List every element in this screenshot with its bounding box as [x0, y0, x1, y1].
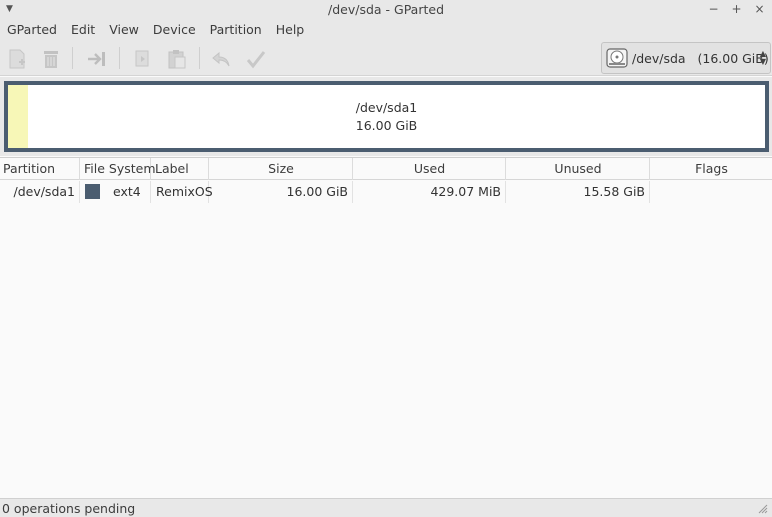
menu-help[interactable]: Help — [269, 22, 312, 37]
delete-partition-button[interactable] — [38, 46, 64, 72]
menu-bar: GParted Edit View Device Partition Help — [0, 18, 772, 40]
device-selector-label: /dev/sda (16.00 GiB) — [632, 51, 769, 66]
status-text: 0 operations pending — [2, 500, 136, 516]
maximize-icon[interactable]: + — [730, 2, 743, 16]
device-size: (16.00 GiB) — [697, 50, 769, 66]
column-header-size[interactable]: Size — [210, 158, 353, 180]
paste-icon — [168, 50, 186, 69]
device-name: /dev/sda — [632, 50, 686, 66]
column-header-partition[interactable]: Partition — [0, 158, 80, 180]
window-menu-icon[interactable]: ▼ — [6, 4, 16, 14]
cell-filesystem: ext4 — [81, 181, 151, 203]
toolbar-separator — [199, 47, 200, 69]
menu-edit[interactable]: Edit — [64, 22, 102, 37]
window-controls: − + × — [707, 0, 766, 18]
close-icon[interactable]: × — [753, 2, 766, 16]
device-selector[interactable]: /dev/sda (16.00 GiB) ▲ ▼ — [601, 42, 771, 74]
table-header: Partition File System Label Size Used Un… — [0, 158, 772, 180]
partition-block-info: /dev/sda1 16.00 GiB — [8, 99, 765, 135]
paste-button[interactable] — [164, 46, 190, 72]
partition-table: Partition File System Label Size Used Un… — [0, 157, 772, 498]
title-bar: ▼ /dev/sda - GParted − + × — [0, 0, 772, 18]
cell-partition: /dev/sda1 — [0, 181, 80, 203]
cell-unused: 15.58 GiB — [507, 181, 650, 203]
cell-flags — [651, 181, 772, 203]
window-title: /dev/sda - GParted — [328, 1, 444, 17]
resize-move-icon — [88, 52, 105, 66]
menu-partition[interactable]: Partition — [203, 22, 269, 37]
delete-icon — [44, 51, 58, 68]
partition-block-name: /dev/sda1 — [355, 100, 418, 115]
new-icon — [9, 49, 25, 69]
undo-button[interactable] — [208, 46, 234, 72]
hard-disk-icon — [606, 48, 628, 68]
copy-button[interactable] — [130, 46, 156, 72]
menu-device[interactable]: Device — [146, 22, 203, 37]
status-bar: 0 operations pending — [0, 498, 772, 517]
apply-button[interactable] — [243, 46, 269, 72]
resize-grip-icon[interactable] — [758, 504, 768, 514]
disk-graphic-area: /dev/sda1 16.00 GiB — [0, 77, 772, 156]
filesystem-color-swatch — [85, 184, 100, 199]
column-header-used[interactable]: Used — [354, 158, 506, 180]
column-header-flags[interactable]: Flags — [651, 158, 772, 180]
copy-icon — [135, 50, 149, 67]
cell-filesystem-text: ext4 — [113, 184, 141, 199]
cell-label: RemixOS — [152, 181, 213, 203]
undo-icon — [212, 51, 230, 67]
partition-block[interactable]: /dev/sda1 16.00 GiB — [4, 81, 769, 152]
new-partition-button[interactable] — [4, 46, 30, 72]
partition-block-size: 16.00 GiB — [355, 118, 418, 133]
menu-gparted[interactable]: GParted — [0, 22, 64, 37]
column-header-unused[interactable]: Unused — [507, 158, 650, 180]
apply-icon — [246, 51, 266, 69]
menu-view[interactable]: View — [102, 22, 146, 37]
toolbar-separator — [119, 47, 120, 69]
resize-move-button[interactable] — [84, 46, 110, 72]
table-row[interactable]: /dev/sda1 ext4 RemixOS 16.00 GiB 429.07 … — [0, 181, 772, 203]
minimize-icon[interactable]: − — [707, 2, 720, 16]
updown-arrows-icon: ▲ ▼ — [759, 49, 766, 66]
column-header-label[interactable]: Label — [152, 158, 209, 180]
cell-size: 16.00 GiB — [210, 181, 353, 203]
cell-used: 429.07 MiB — [354, 181, 506, 203]
toolbar-separator — [72, 47, 73, 69]
column-header-filesystem[interactable]: File System — [81, 158, 156, 180]
